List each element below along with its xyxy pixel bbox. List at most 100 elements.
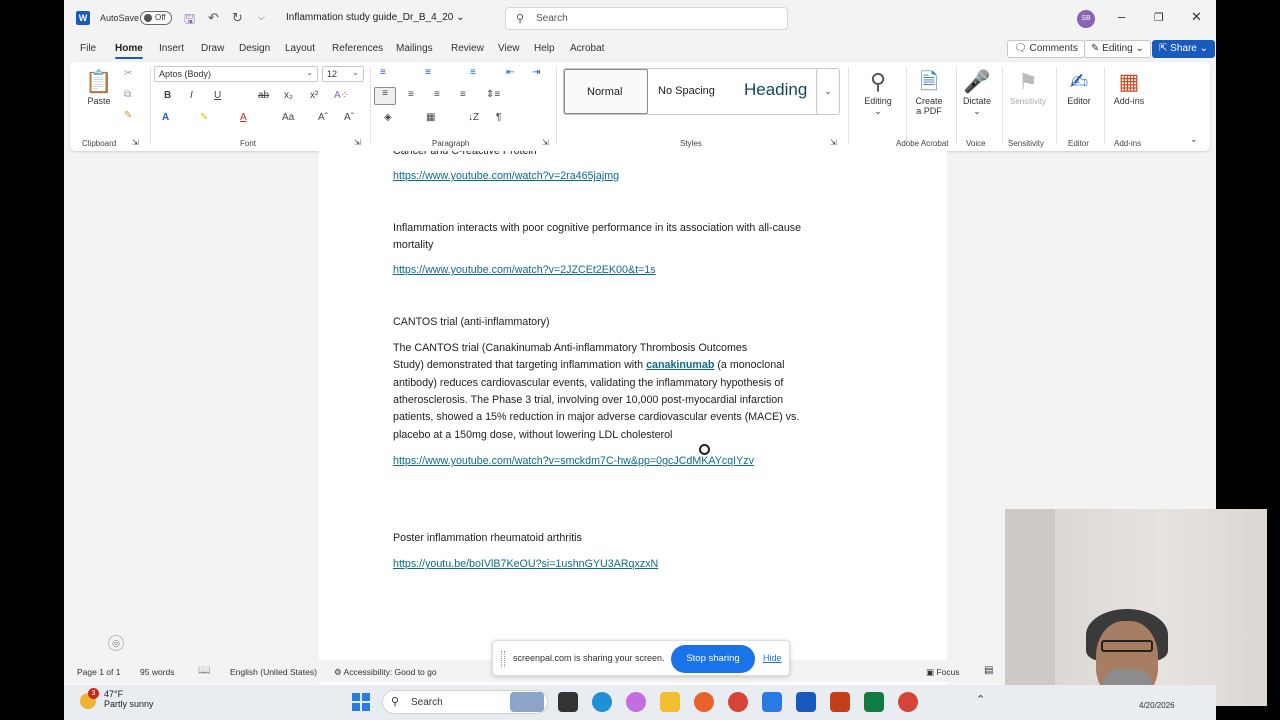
chrome-icon[interactable] — [728, 692, 748, 712]
underline-icon[interactable]: U — [214, 90, 221, 101]
create-pdf-button[interactable]: 🗎 Create a PDF — [908, 68, 950, 116]
youtube-link-4[interactable]: https://youtu.be/boIVlB7KeOU?si=1ushnGYU… — [393, 558, 658, 570]
powerpoint-icon[interactable] — [830, 692, 850, 712]
search-box[interactable]: ⚲ Search — [505, 7, 788, 30]
editing-button[interactable]: ⚲ Editing ⌄ — [856, 68, 900, 117]
tab-home[interactable]: Home — [115, 43, 143, 59]
justify-icon[interactable]: ≡ — [460, 89, 466, 100]
autosave-toggle[interactable]: Off — [140, 11, 172, 25]
page-count[interactable]: Page 1 of 1 — [77, 667, 120, 677]
copilot-icon[interactable] — [626, 692, 646, 712]
collapse-ribbon-icon[interactable]: ⌄ — [1190, 134, 1198, 145]
document-title[interactable]: Inflammation study guide_Dr_B_4_20 ⌄ — [286, 12, 465, 23]
focus-button[interactable]: ▣ Focus — [926, 667, 960, 678]
tab-layout[interactable]: Layout — [285, 43, 315, 54]
canakinumab-link[interactable]: canakinumab — [646, 359, 714, 371]
outlook-icon[interactable] — [762, 692, 782, 712]
decrease-indent-icon[interactable]: ⇤ — [506, 67, 514, 78]
shrink-font-icon[interactable]: Aˇ — [344, 112, 354, 123]
document-page[interactable]: Cancer and C-reactive Protein https://ww… — [319, 151, 947, 685]
fingerprint-icon[interactable]: ◎ — [108, 635, 124, 651]
save-icon[interactable]: 🖫 — [184, 10, 195, 32]
dialog-launcher-icon[interactable]: ⇲ — [132, 138, 139, 147]
bold-icon[interactable]: B — [164, 90, 171, 101]
tab-view[interactable]: View — [498, 43, 520, 54]
show-marks-icon[interactable]: ¶ — [496, 112, 501, 123]
redo-icon[interactable]: ↻ — [232, 10, 243, 26]
font-size-combo[interactable]: 12 ⌄ — [322, 66, 364, 82]
excel-icon[interactable] — [864, 692, 884, 712]
grow-font-icon[interactable]: Aˆ — [318, 112, 328, 123]
style-normal[interactable]: Normal — [564, 69, 648, 114]
close-icon[interactable]: ✕ — [1191, 9, 1202, 25]
dictate-button[interactable]: 🎤 Dictate ⌄ — [958, 68, 996, 117]
clear-formatting-icon[interactable]: A⁘ — [334, 90, 349, 101]
word-icon[interactable] — [796, 692, 816, 712]
align-right-icon[interactable]: ≡ — [434, 89, 440, 100]
change-case-icon[interactable]: Aa — [282, 112, 294, 123]
undo-icon[interactable]: ↶ — [208, 10, 219, 26]
comments-button[interactable]: 🗨 Comments — [1007, 40, 1085, 58]
text-effects-icon[interactable]: A — [162, 112, 169, 123]
styles-more-icon[interactable]: ⌄ — [816, 68, 840, 115]
subscript-icon[interactable]: x₂ — [284, 90, 293, 101]
avatar[interactable]: SB — [1077, 10, 1095, 28]
read-mode-icon[interactable]: ▤ — [984, 665, 993, 676]
align-center-icon[interactable]: ≡ — [408, 89, 414, 100]
stop-sharing-button[interactable]: Stop sharing — [671, 645, 755, 673]
dialog-launcher-icon[interactable]: ⇲ — [830, 138, 837, 147]
youtube-link-2[interactable]: https://www.youtube.com/watch?v=2JZCEt2E… — [393, 264, 656, 276]
strikethrough-icon[interactable]: ab — [258, 90, 269, 101]
style-heading[interactable]: Heading — [736, 69, 826, 114]
system-date[interactable]: 4/20/2026 — [1139, 701, 1175, 710]
share-button[interactable]: ⇱ Share ⌄ — [1152, 40, 1216, 58]
numbering-icon[interactable]: ≡ — [425, 67, 431, 78]
sensitivity-button[interactable]: ⚑ Sensitivity — [1004, 68, 1052, 106]
edge-icon[interactable] — [592, 692, 612, 712]
multilevel-list-icon[interactable]: ≡ — [470, 67, 476, 78]
start-button-icon[interactable] — [352, 693, 370, 711]
font-color-icon[interactable]: A — [240, 112, 247, 123]
tab-insert[interactable]: Insert — [159, 43, 184, 54]
file-explorer-icon[interactable] — [660, 692, 680, 712]
bullets-icon[interactable]: ≡ — [380, 67, 386, 78]
restore-icon[interactable]: ❐ — [1154, 11, 1164, 24]
shading-icon[interactable]: ◈ — [384, 112, 392, 123]
tab-acrobat[interactable]: Acrobat — [570, 43, 604, 54]
search-highlight-icon[interactable] — [510, 692, 544, 712]
style-no-spacing[interactable]: No Spacing — [650, 69, 734, 114]
cut-icon[interactable]: ✂ — [124, 68, 132, 79]
dialog-launcher-icon[interactable]: ⇲ — [542, 138, 549, 147]
dialog-launcher-icon[interactable]: ⇲ — [354, 138, 361, 147]
tab-design[interactable]: Design — [239, 43, 270, 54]
tab-references[interactable]: References — [332, 43, 383, 54]
accessibility-status[interactable]: ⚙ Accessibility: Good to go — [334, 667, 437, 678]
tab-help[interactable]: Help — [534, 43, 555, 54]
customize-qat-icon[interactable]: ⌵ — [258, 12, 265, 23]
copy-icon[interactable]: ⧉ — [124, 89, 131, 100]
tab-mailings[interactable]: Mailings — [396, 43, 433, 54]
drag-handle-icon[interactable] — [501, 651, 505, 667]
editor-button[interactable]: ✍ Editor — [1062, 68, 1096, 106]
sort-icon[interactable]: ↓Z — [468, 112, 479, 123]
chrome-profile-icon[interactable] — [898, 692, 918, 712]
editing-mode-button[interactable]: ✎ Editing ⌄ — [1084, 40, 1151, 58]
line-spacing-icon[interactable]: ⇕≡ — [486, 89, 500, 100]
word-count[interactable]: 95 words — [140, 667, 175, 677]
highlight-icon[interactable]: ✎ — [200, 112, 208, 123]
youtube-link-3[interactable]: https://www.youtube.com/watch?v=smckdm7C… — [393, 455, 754, 467]
paste-button[interactable]: 📋 Paste — [84, 68, 114, 106]
youtube-link-1[interactable]: https://www.youtube.com/watch?v=2ra465ja… — [393, 170, 619, 182]
format-painter-icon[interactable]: ✎ — [124, 110, 132, 121]
task-view-icon[interactable] — [558, 692, 578, 712]
weather-widget[interactable]: 47°F Partly sunny — [104, 689, 154, 709]
minimize-icon[interactable]: – — [1118, 9, 1125, 24]
firefox-icon[interactable] — [694, 692, 714, 712]
font-name-combo[interactable]: Aptos (Body) ⌄ — [154, 66, 318, 82]
increase-indent-icon[interactable]: ⇥ — [532, 67, 540, 78]
tab-file[interactable]: File — [80, 43, 96, 54]
italic-icon[interactable]: I — [190, 90, 193, 101]
addins-button[interactable]: ▦ Add-ins — [1110, 68, 1148, 106]
superscript-icon[interactable]: x² — [310, 90, 318, 101]
tray-chevron-icon[interactable]: ⌃ — [976, 693, 985, 706]
